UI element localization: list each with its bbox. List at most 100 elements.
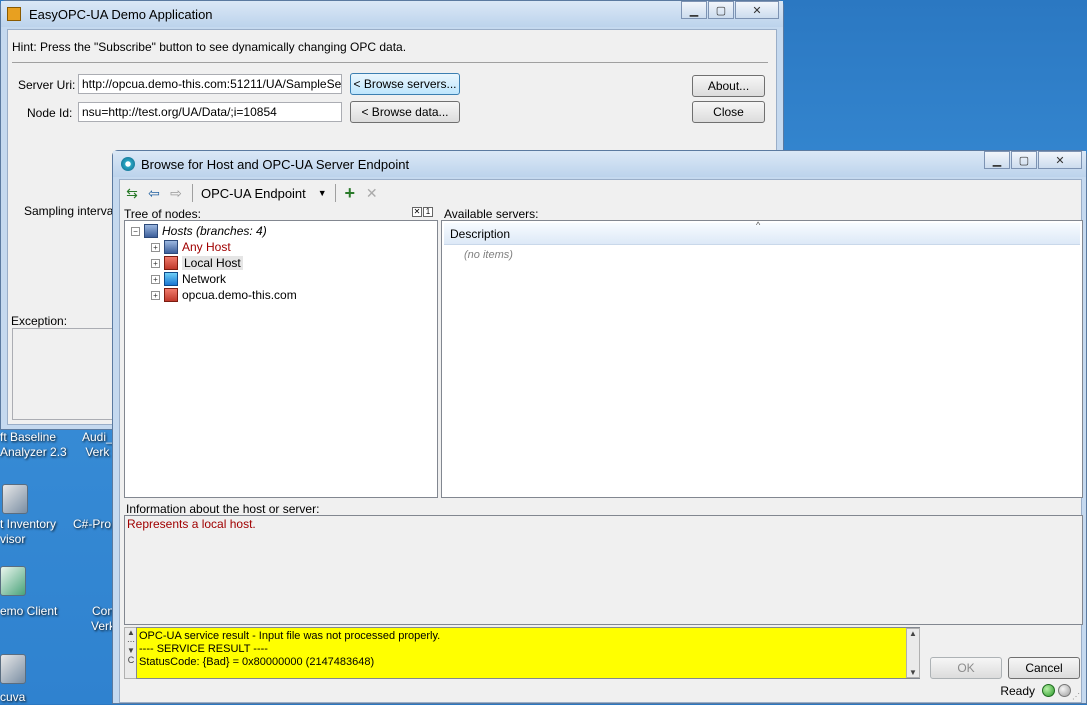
ok-button[interactable]: OK (930, 657, 1002, 679)
exception-box[interactable] (12, 328, 122, 420)
close-button[interactable]: Close (692, 101, 765, 123)
main-caption-buttons: ▁ ▢ ✕ (680, 1, 779, 19)
dialog-caption-buttons: ▁ ▢ ✕ (983, 151, 1082, 169)
close-window-button[interactable]: ✕ (735, 1, 779, 19)
browse-dialog: Browse for Host and OPC-UA Server Endpoi… (112, 150, 1087, 704)
tree-node-network[interactable]: + Network (151, 271, 226, 287)
tree-node-label: Any Host (182, 240, 231, 254)
host-icon (164, 288, 178, 302)
status-led-grey-icon (1058, 684, 1071, 698)
server-icon (164, 240, 178, 254)
desktop-icon-demo-client[interactable]: emo Client (0, 604, 57, 619)
more-icon[interactable]: ⋯ (127, 637, 135, 646)
status-text: Ready (1000, 684, 1035, 698)
result-line: ---- SERVICE RESULT ---- (139, 643, 268, 655)
tree-node-any-host[interactable]: + Any Host (151, 239, 231, 255)
desktop-icon-inventory-advisor[interactable]: t Inventory visor (0, 517, 56, 547)
tree-node-label: opcua.demo-this.com (182, 288, 297, 302)
tree-node-opcua-host[interactable]: + opcua.demo-this.com (151, 287, 297, 303)
add-icon[interactable]: + (340, 183, 360, 203)
column-header-label: Description (450, 227, 511, 241)
status-bar: Ready ⋰ (120, 680, 1081, 702)
browse-data-button[interactable]: < Browse data... (350, 101, 460, 123)
hint-text: Hint: Press the "Subscribe" button to se… (12, 40, 407, 54)
expand-icon[interactable]: + (151, 274, 160, 284)
expand-one-icon[interactable]: 1 (423, 207, 433, 217)
refresh-icon[interactable]: ⇆ (122, 183, 142, 203)
service-result-box[interactable]: OPC-UA service result - Input file was n… (136, 627, 920, 679)
endpoint-type-dropdown[interactable]: OPC-UA Endpoint ▼ (197, 186, 331, 201)
forward-arrow-icon[interactable]: ⇨ (166, 183, 186, 203)
hosts-icon (144, 224, 158, 238)
expand-icon[interactable]: + (151, 258, 160, 268)
tree-label: Tree of nodes: (124, 207, 201, 221)
tree-node-label: Local Host (182, 256, 243, 270)
tree-node-local-host[interactable]: + Local Host (151, 255, 243, 271)
scroll-up-icon[interactable]: ▲ (909, 629, 917, 638)
tree-root-label: Hosts (branches: 4) (162, 224, 267, 238)
status-indicators (1041, 683, 1071, 698)
app-icon (7, 7, 21, 21)
node-id-input[interactable]: nsu=http://test.org/UA/Data/;i=10854 (78, 102, 342, 122)
exception-label: Exception: (11, 314, 68, 328)
desktop-icon-audi[interactable]: Audi_ Verk (82, 430, 113, 460)
status-led-green-icon (1041, 684, 1055, 698)
result-line: StatusCode: {Bad} = 0x80000000 (21474836… (139, 656, 375, 668)
dialog-title: Browse for Host and OPC-UA Server Endpoi… (141, 157, 410, 172)
network-icon (164, 272, 178, 286)
copy-icon[interactable]: C (128, 655, 135, 665)
scroll-down-icon[interactable]: ▼ (127, 646, 135, 655)
opcuva-icon[interactable] (0, 654, 26, 684)
available-servers-label: Available servers: (444, 207, 539, 221)
dialog-minimize-button[interactable]: ▁ (984, 151, 1010, 169)
expand-icon[interactable]: + (151, 290, 160, 300)
gear-icon (121, 157, 135, 171)
desktop-icon-opcuva[interactable]: cuva (0, 690, 25, 705)
toolbar-separator (192, 184, 193, 202)
no-items-text: (no items) (464, 249, 513, 261)
description-column-header[interactable]: Description ^ (444, 220, 1080, 245)
browse-servers-button[interactable]: < Browse servers... (350, 73, 460, 95)
inventory-advisor-icon[interactable] (2, 484, 28, 514)
endpoint-type-value: OPC-UA Endpoint (201, 185, 306, 201)
tree-node-label: Network (182, 272, 227, 286)
minimize-button[interactable]: ▁ (681, 1, 707, 19)
main-titlebar[interactable]: EasyOPC-UA Demo Application ▁ ▢ ✕ (1, 1, 783, 27)
tree-node-root[interactable]: − Hosts (branches: 4) (131, 223, 267, 239)
toolbar-separator (334, 184, 336, 202)
dialog-maximize-button[interactable]: ▢ (1011, 151, 1037, 169)
sort-up-icon: ^ (756, 220, 761, 230)
scroll-up-icon[interactable]: ▲ (127, 628, 135, 637)
collapse-icon[interactable]: − (131, 226, 140, 236)
tree-tool-buttons: ✕ 1 (412, 207, 433, 217)
info-box[interactable]: Represents a local host. (124, 515, 1083, 625)
resize-grip-icon[interactable]: ⋰ (1072, 692, 1080, 701)
main-window-title: EasyOPC-UA Demo Application (29, 7, 213, 22)
result-line: OPC-UA service result - Input file was n… (139, 630, 441, 642)
cancel-button[interactable]: Cancel (1008, 657, 1080, 679)
dialog-titlebar[interactable]: Browse for Host and OPC-UA Server Endpoi… (113, 151, 1086, 177)
info-label: Information about the host or server: (126, 502, 320, 516)
server-uri-input[interactable]: http://opcua.demo-this.com:51211/UA/Samp… (78, 74, 342, 94)
desktop-icon-baseline-analyzer[interactable]: ft Baseline Analyzer 2.3 (0, 430, 67, 460)
expand-icon[interactable]: + (151, 242, 160, 252)
tree-pane[interactable]: − Hosts (branches: 4) + Any Host + Local… (124, 220, 438, 498)
local-host-icon (164, 256, 178, 270)
scroll-down-icon[interactable]: ▼ (909, 668, 917, 677)
servers-list[interactable]: Description ^ (no items) (441, 220, 1083, 498)
demo-client-icon[interactable] (0, 566, 26, 596)
server-uri-label: Server Uri: (18, 78, 76, 92)
maximize-button[interactable]: ▢ (708, 1, 734, 19)
result-scrollbar[interactable]: ▲ ▼ (906, 628, 920, 678)
back-arrow-icon[interactable]: ⇦ (144, 183, 164, 203)
divider (12, 62, 768, 63)
node-id-label: Node Id: (27, 106, 73, 120)
desktop-icon-csharp-project[interactable]: C#-Pro (73, 517, 111, 532)
dialog-client-area: ⇆ ⇦ ⇨ OPC-UA Endpoint ▼ + ✕ Tree of node… (119, 179, 1083, 703)
dialog-toolbar: ⇆ ⇦ ⇨ OPC-UA Endpoint ▼ + ✕ (122, 182, 384, 204)
info-text: Represents a local host. (127, 517, 256, 531)
delete-icon[interactable]: ✕ (362, 183, 382, 203)
dialog-close-button[interactable]: ✕ (1038, 151, 1082, 169)
collapse-all-icon[interactable]: ✕ (412, 207, 422, 217)
about-button[interactable]: About... (692, 75, 765, 97)
